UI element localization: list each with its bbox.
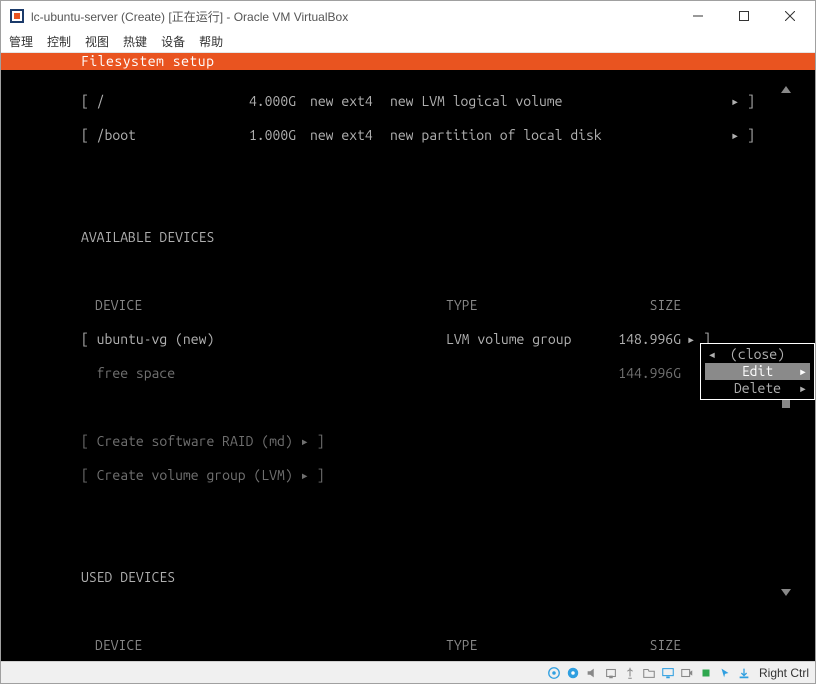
menubar: 管理 控制 视图 热键 设备 帮助 [1, 31, 815, 53]
optical-icon[interactable] [565, 665, 581, 681]
ctx-edit[interactable]: Edit▸ [705, 363, 810, 380]
context-menu: ◂(close) Edit▸ Delete▸ [700, 343, 815, 400]
display-icon[interactable] [660, 665, 676, 681]
device-row[interactable]: [ ubuntu-vg (new)LVM volume group148.996… [81, 331, 755, 348]
cpu-icon[interactable] [698, 665, 714, 681]
recording-icon[interactable] [679, 665, 695, 681]
ctx-delete[interactable]: Delete▸ [705, 380, 810, 397]
scroll-up-icon [781, 86, 791, 93]
menu-hotkey[interactable]: 热键 [123, 33, 147, 50]
mouse-integration-icon[interactable] [717, 665, 733, 681]
menu-help[interactable]: 帮助 [199, 33, 223, 50]
vm-window: lc-ubuntu-server (Create) [正在运行] - Oracl… [0, 0, 816, 684]
shared-folder-icon[interactable] [641, 665, 657, 681]
statusbar: Right Ctrl [1, 661, 815, 683]
installer-header: Filesystem setup [1, 53, 815, 70]
scrollbar[interactable] [781, 86, 791, 596]
device-sub-row[interactable]: free space144.996G [81, 365, 755, 382]
vm-screen[interactable]: Filesystem setup [ /4.000Gnew ext4new LV… [1, 53, 815, 661]
section-header: USED DEVICES [81, 569, 755, 586]
col-header: DEVICETYPESIZE [81, 297, 755, 314]
virtualbox-icon [9, 8, 25, 24]
create-lvm-option[interactable]: [ Create volume group (LVM) ▸ ] [81, 467, 755, 484]
hdd-icon[interactable] [546, 665, 562, 681]
fs-row[interactable]: [ /boot1.000Gnew ext4new partition of lo… [81, 127, 755, 144]
close-button[interactable] [767, 1, 813, 31]
menu-control[interactable]: 控制 [47, 33, 71, 50]
window-title: lc-ubuntu-server (Create) [正在运行] - Oracl… [31, 8, 675, 25]
hostkey-label: Right Ctrl [759, 666, 809, 680]
fs-row[interactable]: [ /4.000Gnew ext4new LVM logical volume▸… [81, 93, 755, 110]
menu-devices[interactable]: 设备 [161, 33, 185, 50]
col-header: DEVICETYPESIZE [81, 637, 755, 654]
installer-content: [ /4.000Gnew ext4new LVM logical volume▸… [1, 76, 815, 661]
section-header: AVAILABLE DEVICES [81, 229, 755, 246]
titlebar: lc-ubuntu-server (Create) [正在运行] - Oracl… [1, 1, 815, 31]
audio-icon[interactable] [584, 665, 600, 681]
maximize-button[interactable] [721, 1, 767, 31]
usb-icon[interactable] [622, 665, 638, 681]
network-icon[interactable] [603, 665, 619, 681]
scroll-down-icon [781, 589, 791, 596]
menu-manage[interactable]: 管理 [9, 33, 33, 50]
keyboard-capture-icon[interactable] [736, 665, 752, 681]
minimize-button[interactable] [675, 1, 721, 31]
ctx-close[interactable]: ◂(close) [705, 346, 810, 363]
create-raid-option[interactable]: [ Create software RAID (md) ▸ ] [81, 433, 755, 450]
menu-view[interactable]: 视图 [85, 33, 109, 50]
